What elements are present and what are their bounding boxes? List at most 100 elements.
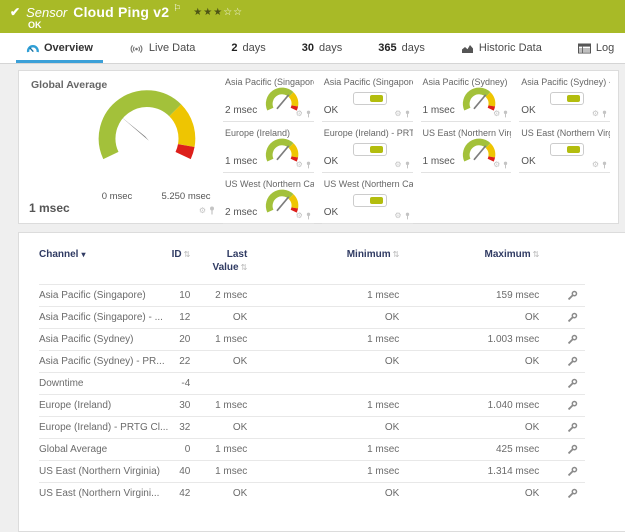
pin-icon[interactable] <box>405 212 410 220</box>
table-row: Asia Pacific (Sydney) 20 1 msec 1 msec 1… <box>39 329 585 351</box>
pin-icon[interactable] <box>306 161 311 169</box>
cell-actions <box>539 307 585 329</box>
pin-icon[interactable] <box>503 110 508 118</box>
col-header-maximum[interactable]: Maximum⇅ <box>399 247 539 285</box>
cell-minimum: OK <box>247 417 399 439</box>
priority-flag-icon[interactable]: ⚐ <box>173 3 181 14</box>
cell-actions <box>539 483 585 505</box>
col-header-last-value[interactable]: Last Value⇅ <box>190 247 247 285</box>
channel-tile: Asia Pacific (Singapore) - PR... OK ⚙ <box>322 71 413 122</box>
channel-tile-value: 2 msec <box>225 207 257 218</box>
table-row: Asia Pacific (Sydney) - PR... 22 OK OK O… <box>39 351 585 373</box>
cell-maximum: OK <box>399 483 539 505</box>
channel-settings-icon[interactable] <box>567 488 578 499</box>
col-header-id[interactable]: ID⇅ <box>168 247 190 285</box>
col-header-actions <box>539 247 585 285</box>
channel-settings-icon[interactable] <box>567 312 578 323</box>
cell-channel: Europe (Ireland) - PRTG Cl... <box>39 417 168 439</box>
pin-icon[interactable] <box>602 161 607 169</box>
gear-icon[interactable]: ⚙ <box>199 207 206 215</box>
gear-icon[interactable]: ⚙ <box>493 110 500 118</box>
tab-label: Historic Data <box>479 42 542 54</box>
empty-tile-cell <box>519 173 610 224</box>
gear-icon[interactable]: ⚙ <box>592 161 599 169</box>
channel-settings-icon[interactable] <box>567 466 578 477</box>
tab-number: 30 <box>302 42 314 54</box>
pin-icon[interactable] <box>405 110 410 118</box>
pin-icon[interactable] <box>306 212 311 220</box>
gear-icon[interactable]: ⚙ <box>296 212 303 220</box>
col-header-channel[interactable]: Channel▾ <box>39 247 168 285</box>
channel-tile-value: OK <box>521 156 535 167</box>
tab-label: Live Data <box>149 42 195 54</box>
cell-minimum <box>247 373 399 395</box>
pin-icon[interactable] <box>503 161 508 169</box>
pin-icon[interactable] <box>306 110 311 118</box>
gear-icon[interactable]: ⚙ <box>296 110 303 118</box>
stars-empty[interactable]: ☆☆ <box>223 7 243 18</box>
gear-icon[interactable]: ⚙ <box>493 161 500 169</box>
channel-tile: Asia Pacific (Singapore) 2 msec ⚙ <box>223 71 314 122</box>
sort-desc-icon: ▾ <box>81 250 85 259</box>
cell-maximum: OK <box>399 417 539 439</box>
ok-switch <box>353 194 387 207</box>
channel-settings-icon[interactable] <box>567 290 578 301</box>
table-row: US East (Northern Virgini... 42 OK OK OK <box>39 483 585 505</box>
cell-last-value: OK <box>190 307 247 329</box>
tab-overview[interactable]: Overview <box>16 33 103 63</box>
pin-icon[interactable] <box>602 110 607 118</box>
tab-bar: Overview Live Data 2 days 30 days 365 da… <box>0 33 625 64</box>
cell-channel: Asia Pacific (Singapore) <box>39 285 168 307</box>
cell-channel: US East (Northern Virginia) <box>39 461 168 483</box>
priority-stars[interactable]: ★★★☆☆ <box>193 7 243 18</box>
cell-last-value: 1 msec <box>190 461 247 483</box>
table-icon <box>578 43 591 54</box>
tile-actions: ⚙ <box>592 110 607 118</box>
sensor-status: OK <box>28 20 42 30</box>
channel-tile-grid: Asia Pacific (Singapore) 2 msec ⚙ Asia P… <box>223 71 618 223</box>
channel-tile-value: OK <box>324 207 338 218</box>
channel-settings-icon[interactable] <box>567 334 578 345</box>
sort-icon: ⇅ <box>393 250 400 259</box>
empty-tile-cell <box>421 173 512 224</box>
channel-table: Channel▾ ID⇅ Last Value⇅ Minimum⇅ Maximu… <box>39 247 585 505</box>
tab-live-data[interactable]: Live Data <box>119 33 205 63</box>
col-header-minimum[interactable]: Minimum⇅ <box>247 247 399 285</box>
channel-settings-icon[interactable] <box>567 400 578 411</box>
gear-icon[interactable]: ⚙ <box>394 110 401 118</box>
cell-last-value <box>190 373 247 395</box>
tab-2-days[interactable]: 2 days <box>221 33 275 63</box>
gauge-icon <box>26 43 39 54</box>
gear-icon[interactable]: ⚙ <box>296 161 303 169</box>
gear-icon[interactable]: ⚙ <box>592 110 599 118</box>
gear-icon[interactable]: ⚙ <box>394 212 401 220</box>
cell-channel: Asia Pacific (Sydney) <box>39 329 168 351</box>
tab-log[interactable]: Log <box>568 33 624 63</box>
tab-historic-data[interactable]: Historic Data <box>451 33 552 63</box>
cell-minimum: 1 msec <box>247 461 399 483</box>
channel-settings-icon[interactable] <box>567 444 578 455</box>
cell-channel: US East (Northern Virgini... <box>39 483 168 505</box>
tile-actions: ⚙ <box>592 161 607 169</box>
cell-actions <box>539 329 585 351</box>
channel-tile-value: 1 msec <box>423 105 455 116</box>
switch-knob <box>567 95 580 102</box>
cell-minimum: 1 msec <box>247 395 399 417</box>
pin-icon[interactable] <box>209 206 215 215</box>
pin-icon[interactable] <box>405 161 410 169</box>
cell-maximum: 1.314 msec <box>399 461 539 483</box>
cell-minimum: 1 msec <box>247 329 399 351</box>
tab-365-days[interactable]: 365 days <box>368 33 435 63</box>
cell-actions <box>539 439 585 461</box>
ok-switch <box>353 92 387 105</box>
tab-30-days[interactable]: 30 days <box>292 33 353 63</box>
channel-settings-icon[interactable] <box>567 356 578 367</box>
stars-filled[interactable]: ★★★ <box>193 7 223 18</box>
tile-actions: ⚙ <box>296 161 311 169</box>
cell-last-value: OK <box>190 351 247 373</box>
channel-settings-icon[interactable] <box>567 378 578 389</box>
channel-settings-icon[interactable] <box>567 422 578 433</box>
gauge-needle <box>277 146 288 159</box>
gear-icon[interactable]: ⚙ <box>394 161 401 169</box>
cell-last-value: 2 msec <box>190 285 247 307</box>
